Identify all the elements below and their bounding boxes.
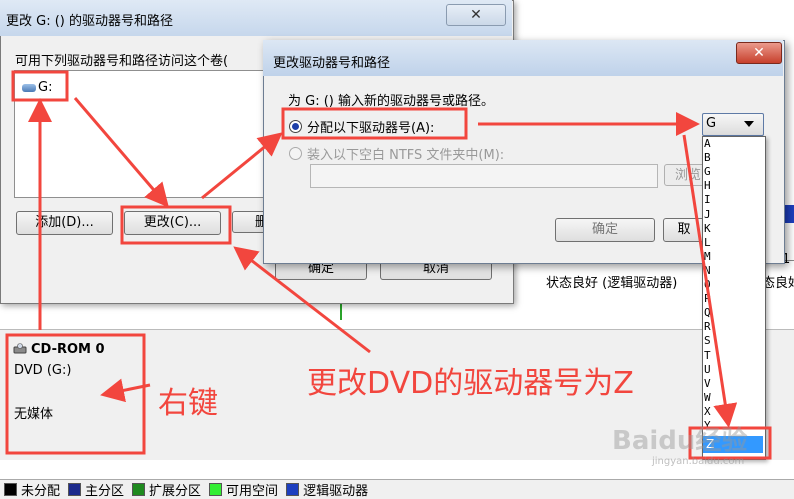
arrow-item-to-change <box>73 97 169 208</box>
highlight-cdrom-box <box>5 333 146 455</box>
watermark: Baidu经验 <box>612 426 748 456</box>
highlight-item-box <box>11 70 69 102</box>
highlight-option-box <box>281 107 468 140</box>
highlight-change-box <box>120 205 232 245</box>
arrow-text-to-change <box>233 246 371 354</box>
arrow-change-to-option <box>201 132 283 200</box>
annotation-rightclick-text: 右键 <box>158 386 218 421</box>
arrow-combo-to-letter <box>682 134 738 428</box>
watermark-url: jingyan.baidu.com <box>652 456 745 467</box>
annotation-main-text: 更改DVD的驱动器号为Z <box>307 366 634 401</box>
